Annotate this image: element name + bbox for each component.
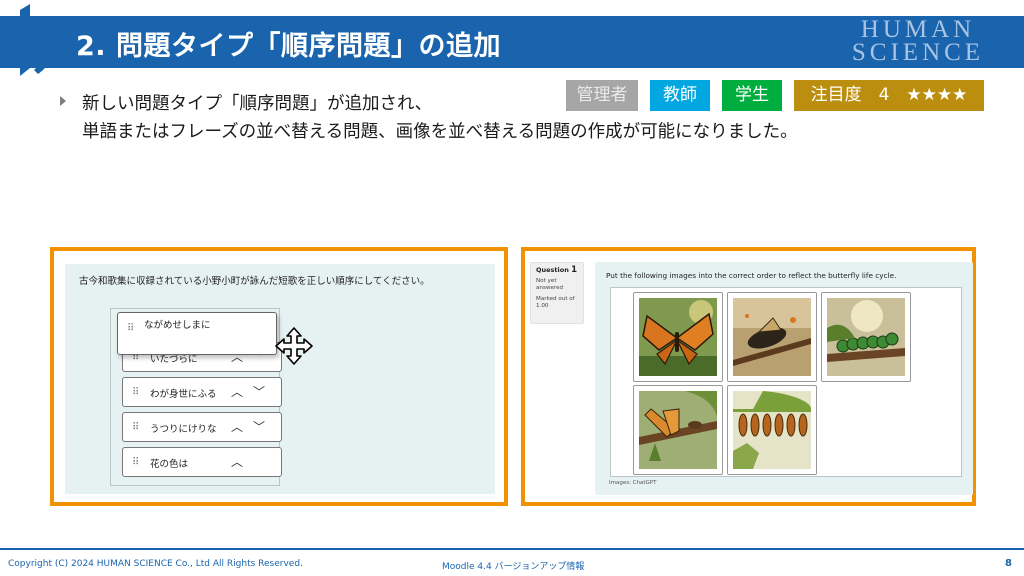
order-item-label: わが身世にふる (150, 389, 217, 400)
image-order-item[interactable] (821, 292, 911, 382)
footer-subtitle: Moodle 4.4 バージョンアップ情報 (442, 562, 585, 572)
page-number: 8 (1005, 558, 1012, 569)
image-order-item[interactable] (727, 385, 817, 475)
bullet-arrow-icon (60, 96, 66, 106)
image-order-item[interactable] (727, 292, 817, 382)
caterpillar-image (827, 298, 905, 376)
footer-copyright: Copyright (C) 2024 HUMAN SCIENCE Co., Lt… (8, 559, 303, 569)
chevron-down-icon[interactable]: ﹀ (253, 383, 265, 400)
question-marks: Marked out of 1.00 (536, 295, 575, 310)
question-info-box: Question 1 Not yet answered Marked out o… (530, 262, 584, 324)
question-content: Put the following images into the correc… (595, 262, 973, 495)
slide-title: 2. 問題タイプ「順序問題」の追加 (76, 31, 501, 62)
teacher-badge: 教師 (650, 80, 710, 111)
butterfly-adult-image (639, 298, 717, 376)
drag-handle-icon[interactable]: ⠿ (132, 422, 139, 433)
company-logo-icon (20, 4, 51, 76)
brand-logo-text: HUMAN SCIENCE (851, 16, 985, 66)
footer-divider (0, 548, 1024, 550)
question-status: Not yet answered (536, 277, 564, 292)
chevron-up-icon[interactable]: ︿ (231, 383, 243, 400)
order-item-label: 花の色は (150, 459, 189, 470)
image-order-item[interactable] (633, 385, 723, 475)
question-content: 古今和歌集に収録されている小野小町が詠んだ短歌を正しい順序にしてください。 ⠿ … (65, 264, 495, 494)
image-ordering-panel: Question 1 Not yet answered Marked out o… (521, 247, 976, 506)
chrysalis-image (733, 391, 811, 469)
ordering-question-panel: 古今和歌集に収録されている小野小町が詠んだ短歌を正しい順序にしてください。 ⠿ … (50, 247, 508, 506)
drag-handle-icon[interactable]: ⠿ (132, 387, 139, 398)
dragging-item[interactable]: ⠿ ながめせしまに (117, 312, 277, 355)
image-credit: Images: ChatGPT (609, 480, 657, 486)
question-prompt: Put the following images into the correc… (606, 271, 897, 280)
question-number: Question 1 (536, 265, 578, 275)
chevron-down-icon[interactable]: ﹀ (253, 418, 265, 435)
attention-badge: 注目度 4 ★★★★ (794, 80, 984, 111)
chevron-up-icon[interactable]: ︿ (231, 453, 243, 470)
butterfly-emerging-image (733, 298, 811, 376)
chevron-up-icon[interactable]: ︿ (231, 418, 243, 435)
order-item[interactable]: ⠿ うつりにけりな ︿ ﹀ (122, 412, 282, 442)
drag-handle-icon[interactable]: ⠿ (127, 323, 134, 334)
drag-handle-icon[interactable]: ⠿ (132, 457, 139, 468)
student-badge: 学生 (722, 80, 782, 111)
dragging-item-label: ながめせしまに (144, 320, 211, 331)
question-prompt: 古今和歌集に収録されている小野小町が詠んだ短歌を正しい順序にしてください。 (79, 276, 430, 287)
image-order-item[interactable] (633, 292, 723, 382)
order-item[interactable]: ⠿ 花の色は ︿ (122, 447, 282, 477)
intro-line-2: 単語またはフレーズの並べ替える問題、画像を並べ替える問題の作成が可能になりました… (82, 122, 798, 142)
move-cursor-icon (275, 327, 313, 365)
image-ordering-list (610, 287, 962, 477)
order-item[interactable]: ⠿ わが身世にふる ︿ ﹀ (122, 377, 282, 407)
admin-badge: 管理者 (566, 80, 638, 111)
butterfly-resting-image (639, 391, 717, 469)
order-item-label: うつりにけりな (150, 424, 217, 435)
